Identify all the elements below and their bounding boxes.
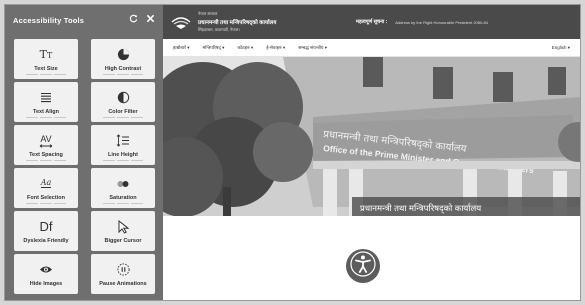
level-indicator: [26, 116, 66, 118]
tool-label: Bigger Cursor: [104, 237, 142, 244]
building-photo: प्रधानमन्त्री तथा मन्त्रिपरिषद्को कार्या…: [163, 57, 580, 216]
svg-text:AV: AV: [40, 134, 51, 144]
text-spacing-icon: AV: [38, 133, 54, 149]
high-contrast-button[interactable]: High Contrast: [91, 39, 155, 79]
language-selector[interactable]: English ▾: [552, 45, 570, 51]
color-filter-button[interactable]: Color Filter: [91, 82, 155, 122]
saturation-button[interactable]: Saturation: [91, 168, 155, 208]
dyslexia-icon: Df: [39, 219, 53, 234]
accessibility-toggle-button[interactable]: [346, 249, 380, 283]
office-name: प्रधानमन्त्री तथा मन्त्रिपरिषद्को कार्या…: [198, 20, 277, 26]
pause-animations-button[interactable]: Pause Animations: [91, 254, 155, 294]
cursor-icon: [117, 219, 130, 235]
bigger-cursor-button[interactable]: Bigger Cursor: [91, 211, 155, 251]
notice-text: Address by the Right Honourable Presiden…: [395, 19, 489, 25]
level-indicator: [103, 159, 143, 161]
website: नेपाल सरकार प्रधानमन्त्री तथा मन्त्रिपरि…: [163, 5, 580, 300]
tool-label: Text Size: [34, 65, 58, 72]
nav-item-about[interactable]: हाम्रोबारे ▾: [173, 45, 190, 51]
office-title[interactable]: नेपाल सरकार प्रधानमन्त्री तथा मन्त्रिपरि…: [198, 11, 348, 33]
text-align-button[interactable]: Text Align: [14, 82, 78, 122]
tool-label: Color Filter: [108, 108, 138, 115]
important-notice[interactable]: महत्वपूर्ण सूचना : Address by the Right …: [356, 19, 488, 25]
hero-banner: प्रधानमन्त्री तथा मन्त्रिपरिषद्को कार्या…: [163, 57, 580, 216]
pause-animations-icon: [116, 262, 130, 278]
tool-label: Text Spacing: [29, 151, 63, 158]
level-indicator: [26, 73, 66, 75]
color-filter-icon: [117, 90, 130, 106]
tools-grid: TT Text Size High Contrast Text Align Co…: [14, 39, 156, 294]
text-size-button[interactable]: TT Text Size: [14, 39, 78, 79]
tool-label: Line Height: [108, 151, 138, 158]
tool-label: Text Align: [33, 108, 59, 115]
tool-label: Dyslexia Friendly: [23, 237, 69, 244]
saturation-icon: [116, 176, 130, 192]
font-selection-button[interactable]: Aa Font Selection: [14, 168, 78, 208]
hero-caption: प्रधानमन्त्री तथा मन्त्रिपरिषद्को कार्या…: [352, 197, 580, 216]
text-align-icon: [40, 90, 52, 106]
tool-label: Pause Animations: [99, 280, 147, 287]
tool-label: High Contrast: [104, 65, 142, 72]
tool-label: Font Selection: [27, 194, 65, 201]
dyslexia-friendly-button[interactable]: Df Dyslexia Friendly: [14, 211, 78, 251]
font-selection-icon: Aa: [40, 178, 52, 188]
nav-item-rooms[interactable]: कोठहरु ▾: [237, 45, 253, 51]
nav-item-e-services[interactable]: ई-सेवाहरु ▾: [266, 45, 285, 51]
close-icon[interactable]: [146, 14, 155, 26]
header-small-line: नेपाल सरकार: [198, 11, 218, 16]
main-nav: हाम्रोबारे ▾ मन्त्रिपरिषद् ▾ कोठहरु ▾ ई-…: [163, 39, 580, 57]
level-indicator: [26, 202, 66, 204]
reset-icon[interactable]: [129, 14, 138, 26]
government-emblem-icon[interactable]: [171, 12, 191, 32]
text-spacing-button[interactable]: AV Text Spacing: [14, 125, 78, 165]
hide-images-button[interactable]: Hide Images: [14, 254, 78, 294]
office-address: सिंहदरबार, काठमाडौं, नेपाल।: [198, 27, 240, 32]
hide-images-icon: [39, 262, 53, 278]
nav-item-council[interactable]: मन्त्रिपरिषद् ▾: [203, 45, 225, 51]
tool-label: Hide Images: [29, 280, 63, 287]
line-height-button[interactable]: Line Height: [91, 125, 155, 165]
level-indicator: [103, 202, 143, 204]
level-indicator: [103, 73, 143, 75]
accessibility-person-icon: [350, 250, 376, 282]
panel-header: Accessibility Tools: [5, 5, 163, 35]
tool-label: Saturation: [109, 194, 137, 201]
high-contrast-icon: [117, 47, 130, 63]
nav-item-related[interactable]: सम्बद्ध संयन्त्रीय ▾: [298, 45, 327, 51]
level-indicator: [103, 116, 143, 118]
accessibility-panel: Accessibility Tools TT Text Size High Co…: [5, 5, 163, 300]
level-indicator: [26, 159, 66, 161]
line-height-icon: [116, 133, 130, 149]
browser-frame: Accessibility Tools TT Text Size High Co…: [4, 4, 581, 301]
site-header: नेपाल सरकार प्रधानमन्त्री तथा मन्त्रिपरि…: [163, 5, 580, 39]
text-size-icon: TT: [39, 48, 53, 61]
notice-title: महत्वपूर्ण सूचना :: [356, 19, 388, 25]
panel-title: Accessibility Tools: [13, 15, 85, 25]
